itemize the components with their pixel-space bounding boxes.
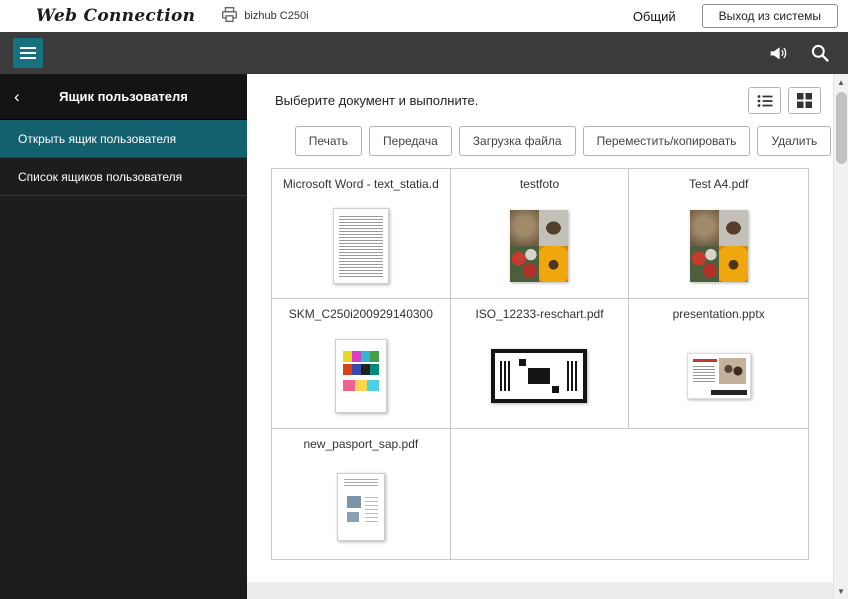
document-cell-presentation[interactable]: presentation.pptx: [629, 299, 808, 429]
test-chart-thumbnail: [491, 349, 588, 403]
document-title: new_pasport_sap.pdf: [303, 437, 419, 451]
content-row: ‹ Ящик пользователя Открыть ящик пользов…: [0, 74, 848, 599]
sidebar-title: Ящик пользователя: [59, 89, 188, 104]
hamburger-menu-button[interactable]: [13, 38, 43, 68]
top-header: Web Connection bizhub C250i Общий Выход …: [0, 0, 848, 32]
sidebar: ‹ Ящик пользователя Открыть ящик пользов…: [0, 74, 247, 599]
document-title: SKM_C250i200929140300: [288, 307, 433, 321]
printer-icon: [221, 7, 238, 25]
scanned-document-thumbnail: [336, 472, 385, 541]
document-actions: Печать Передача Загрузка файла Перемести…: [247, 120, 833, 166]
view-toggles: [748, 87, 821, 114]
grid-view-button[interactable]: [788, 87, 821, 114]
upload-file-button[interactable]: Загрузка файла: [458, 126, 576, 156]
sidebar-filler: [0, 196, 247, 599]
scroll-down-arrow-icon[interactable]: ▼: [834, 583, 848, 599]
document-title: ISO_12233-reschart.pdf: [475, 307, 604, 321]
document-cell-word[interactable]: Microsoft Word - text_statia.d: [272, 169, 451, 299]
device-model-label: bizhub C250i: [244, 10, 309, 22]
presentation-thumbnail: [686, 353, 751, 399]
document-title: Microsoft Word - text_statia.d: [282, 177, 439, 191]
main-top-row: Выберите документ и выполните.: [247, 74, 833, 120]
footer-strip: [247, 582, 833, 599]
print-button[interactable]: Печать: [294, 126, 363, 156]
document-cell-test-a4[interactable]: Test A4.pdf: [629, 169, 808, 299]
scroll-up-arrow-icon[interactable]: ▲: [834, 74, 848, 90]
logout-button[interactable]: Выход из системы: [701, 4, 838, 28]
document-title: presentation.pptx: [672, 307, 765, 321]
device-info: bizhub C250i: [221, 7, 309, 25]
color-chart-thumbnail: [334, 339, 387, 413]
grid-view-icon: [797, 93, 812, 108]
document-cell-iso-chart[interactable]: ISO_12233-reschart.pdf: [450, 299, 630, 429]
sidebar-item-open-user-box[interactable]: Открыть ящик пользователя: [0, 120, 247, 158]
photo-collage-thumbnail: [510, 210, 569, 282]
search-icon[interactable]: [809, 42, 831, 64]
empty-grid-cell: [450, 429, 808, 559]
document-cell-skm[interactable]: SKM_C250i200929140300: [272, 299, 451, 429]
word-document-thumbnail: [332, 208, 389, 284]
scrollbar-thumb[interactable]: [835, 92, 847, 164]
photo-collage-thumbnail: [689, 210, 748, 282]
vertical-scrollbar[interactable]: ▲ ▼: [833, 74, 848, 599]
web-connection-app: Web Connection bizhub C250i Общий Выход …: [0, 0, 848, 599]
back-chevron-icon[interactable]: ‹: [14, 87, 40, 107]
instruction-text: Выберите документ и выполните.: [275, 93, 479, 108]
document-cell-passport[interactable]: new_pasport_sap.pdf: [272, 429, 451, 559]
toolbar-icons: [767, 42, 831, 64]
sidebar-item-label: Список ящиков пользователя: [18, 169, 183, 184]
document-title: Test A4.pdf: [688, 177, 749, 191]
list-view-icon: [757, 94, 772, 107]
web-connection-logo: Web Connection: [36, 6, 196, 26]
move-copy-button[interactable]: Переместить/копировать: [582, 126, 751, 156]
sidebar-item-label: Открыть ящик пользователя: [18, 131, 177, 146]
document-grid: Microsoft Word - text_statia.d testfoto …: [271, 168, 809, 560]
sidebar-header: ‹ Ящик пользователя: [0, 74, 247, 120]
document-cell-testfoto[interactable]: testfoto: [450, 169, 630, 299]
main-toolbar: [0, 32, 848, 74]
main-content: Выберите документ и выполните. Печать Пе…: [247, 74, 833, 599]
delete-button[interactable]: Удалить: [757, 126, 832, 156]
list-view-button[interactable]: [748, 87, 781, 114]
announcement-icon[interactable]: [767, 42, 789, 64]
account-name: Общий: [632, 8, 676, 24]
sidebar-item-user-box-list[interactable]: Список ящиков пользователя: [0, 158, 247, 196]
document-title: testfoto: [519, 177, 560, 191]
send-button[interactable]: Передача: [369, 126, 452, 156]
